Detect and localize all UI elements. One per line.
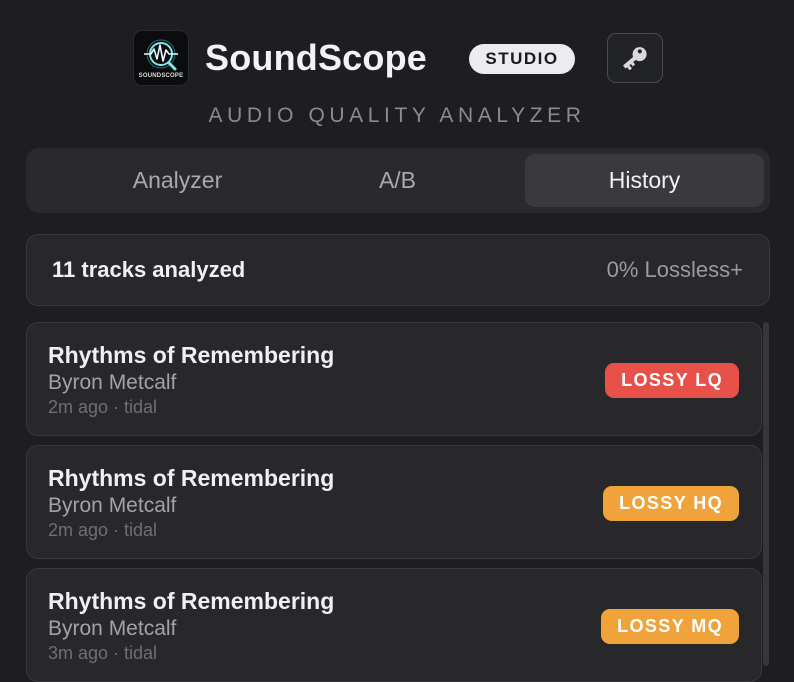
tab-analyzer[interactable]: Analyzer	[58, 154, 297, 207]
track-title: Rhythms of Remembering	[48, 588, 335, 614]
app-subtitle: AUDIO QUALITY ANALYZER	[208, 104, 586, 127]
track-title: Rhythms of Remembering	[48, 342, 335, 368]
app-title: SoundScope	[205, 37, 428, 78]
header: SOUNDSCOPE SoundScope STUDIO	[0, 30, 794, 86]
tab-ab[interactable]: A/B	[278, 154, 517, 207]
track-meta: 2m ago · tidal	[48, 397, 158, 417]
quality-badge: LOSSY HQ	[603, 486, 739, 521]
waveform-magnifier-logo-icon: SOUNDSCOPE	[133, 30, 189, 86]
track-title: Rhythms of Remembering	[48, 465, 335, 491]
logo-text: SOUNDSCOPE	[138, 72, 184, 79]
track-item[interactable]: Rhythms of Remembering Byron Metcalf 3m …	[26, 568, 762, 682]
list-scrollbar[interactable]	[763, 322, 769, 666]
lossless-rate: 0% Lossless+	[606, 257, 743, 282]
history-list: Rhythms of Remembering Byron Metcalf 2m …	[26, 322, 762, 682]
tab-history[interactable]: History	[525, 154, 764, 207]
track-item[interactable]: Rhythms of Remembering Byron Metcalf 2m …	[26, 445, 762, 559]
tracks-analyzed-count: 11 tracks analyzed	[52, 257, 246, 282]
app-root: SOUNDSCOPE SoundScope STUDIO AUDIO QUALI…	[0, 0, 794, 682]
quality-badge: LOSSY MQ	[601, 609, 739, 644]
studio-badge: STUDIO	[469, 44, 575, 74]
key-icon	[622, 47, 647, 71]
track-artist: Byron Metcalf	[48, 494, 177, 517]
track-meta: 3m ago · tidal	[48, 643, 158, 663]
quality-badge: LOSSY LQ	[605, 363, 739, 398]
tab-bar: Analyzer A/B History	[26, 148, 770, 213]
license-key-button[interactable]	[607, 33, 663, 83]
track-item[interactable]: Rhythms of Remembering Byron Metcalf 2m …	[26, 322, 762, 436]
logo-graphic	[144, 39, 178, 70]
history-summary: 11 tracks analyzed 0% Lossless+	[26, 234, 770, 306]
track-artist: Byron Metcalf	[48, 371, 177, 394]
track-artist: Byron Metcalf	[48, 617, 177, 640]
track-meta: 2m ago · tidal	[48, 520, 158, 540]
